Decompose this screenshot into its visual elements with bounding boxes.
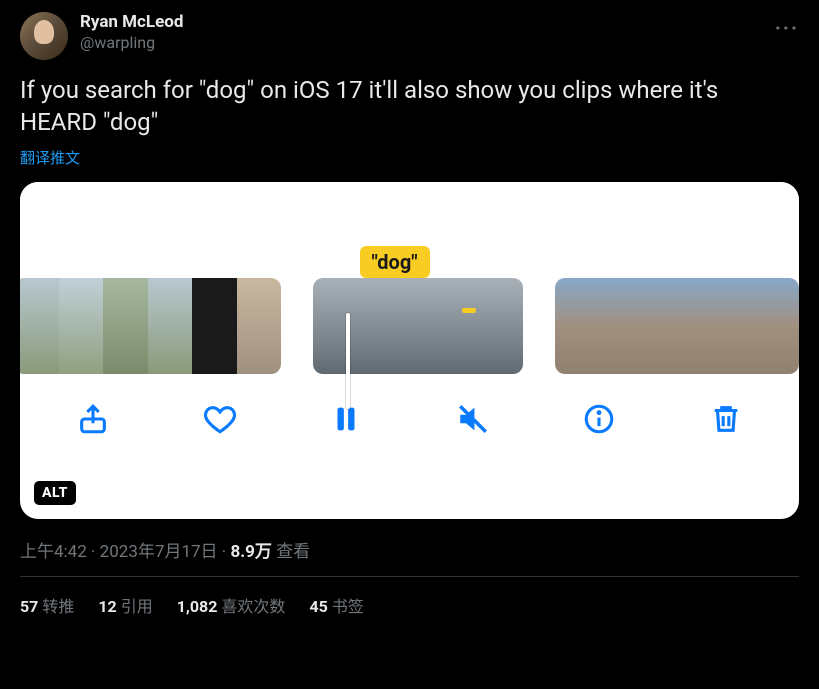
quotes-stat[interactable]: 12引用 (98, 593, 152, 617)
user-handle: @warpling (80, 33, 763, 52)
thumbnail (555, 278, 596, 374)
thumbnail (596, 278, 637, 374)
thumbnail (103, 278, 148, 374)
thumbnail (237, 278, 282, 374)
meta-row: 上午4:42 · 2023年7月17日 · 8.9万 查看 (20, 537, 799, 577)
clip-group-2[interactable] (313, 278, 522, 374)
trash-icon[interactable] (704, 397, 748, 441)
views-label: 查看 (276, 542, 310, 562)
user-block[interactable]: Ryan McLeod @warpling (80, 12, 763, 53)
bookmarks-stat[interactable]: 45书签 (309, 593, 363, 617)
timeline-row[interactable] (20, 278, 799, 374)
views-count: 8.9万 (230, 542, 271, 562)
thumbnail (718, 278, 759, 374)
thumbnail (677, 278, 718, 374)
retweets-stat[interactable]: 57转推 (20, 593, 74, 617)
thumbnail (148, 278, 193, 374)
more-icon[interactable]: ··· (775, 12, 799, 40)
likes-stat[interactable]: 1,082喜欢次数 (177, 593, 286, 617)
thumbnail (636, 278, 677, 374)
alt-badge[interactable]: ALT (34, 481, 76, 505)
stats-row: 57转推 12引用 1,082喜欢次数 45书签 (20, 577, 799, 617)
info-icon[interactable] (577, 397, 621, 441)
thumbnail (453, 278, 523, 374)
heart-icon[interactable] (198, 397, 242, 441)
tweet-date[interactable]: 2023年7月17日 (100, 542, 218, 562)
display-name: Ryan McLeod (80, 12, 763, 32)
search-match-pill: "dog" (360, 246, 430, 278)
thumbnail (383, 278, 453, 374)
tweet-container: Ryan McLeod @warpling ··· If you search … (0, 0, 819, 629)
avatar[interactable] (20, 12, 68, 60)
tweet-header: Ryan McLeod @warpling ··· (20, 12, 799, 60)
timeline-marker (462, 308, 476, 313)
thumbnail (59, 278, 104, 374)
share-icon[interactable] (71, 397, 115, 441)
clip-group-3[interactable] (555, 278, 799, 374)
playhead-icon[interactable] (346, 313, 350, 409)
media-toolbar (20, 374, 799, 464)
tweet-time[interactable]: 上午4:42 (20, 542, 87, 562)
thumbnail (758, 278, 799, 374)
mute-icon[interactable] (451, 397, 495, 441)
translate-link[interactable]: 翻译推文 (20, 147, 799, 168)
thumbnail (20, 278, 59, 374)
media-card[interactable]: "dog" (20, 182, 799, 519)
thumbnail (192, 278, 237, 374)
tweet-text: If you search for "dog" on iOS 17 it'll … (20, 74, 799, 139)
clip-group-1[interactable] (20, 278, 281, 374)
media-top-area: "dog" (20, 182, 799, 278)
